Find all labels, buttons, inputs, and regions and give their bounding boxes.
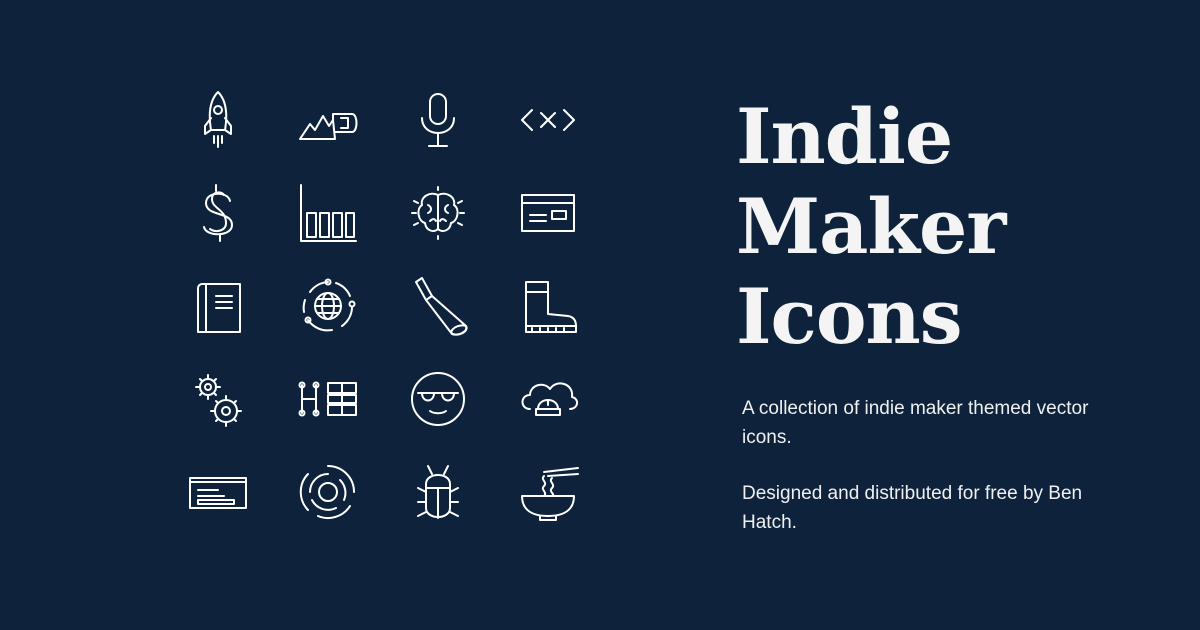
credits-paragraph: Designed and distributed for free by Ben… bbox=[742, 483, 1083, 533]
description-paragraph: A collection of indie maker themed vecto… bbox=[742, 398, 1089, 448]
bar-chart-icon bbox=[288, 173, 368, 253]
title-line-3: Icons bbox=[736, 272, 963, 361]
microphone-icon bbox=[398, 80, 478, 160]
globe-orbit-icon bbox=[288, 266, 368, 346]
rocket-icon bbox=[178, 80, 258, 160]
mountain-flag-icon bbox=[288, 80, 368, 160]
book-icon bbox=[178, 266, 258, 346]
sunglasses-face-icon bbox=[398, 359, 478, 439]
code-brackets-icon bbox=[508, 80, 588, 160]
icon-grid bbox=[170, 80, 610, 550]
page-title: Indie Maker Icons bbox=[736, 92, 1176, 362]
dollar-icon bbox=[178, 173, 258, 253]
browser-window-icon bbox=[508, 173, 588, 253]
cloud-dome-icon bbox=[508, 359, 588, 439]
flashlight-icon bbox=[398, 266, 478, 346]
target-rings-icon bbox=[288, 452, 368, 532]
boot-icon bbox=[508, 266, 588, 346]
title-line-2: Maker bbox=[736, 182, 1006, 271]
kanban-board-icon bbox=[288, 359, 368, 439]
bug-icon bbox=[398, 452, 478, 532]
ramen-bowl-icon bbox=[508, 452, 588, 532]
title-line-1: Indie bbox=[736, 92, 953, 181]
brain-icon bbox=[398, 173, 478, 253]
keyboard-icon bbox=[178, 452, 258, 532]
gears-icon bbox=[178, 359, 258, 439]
